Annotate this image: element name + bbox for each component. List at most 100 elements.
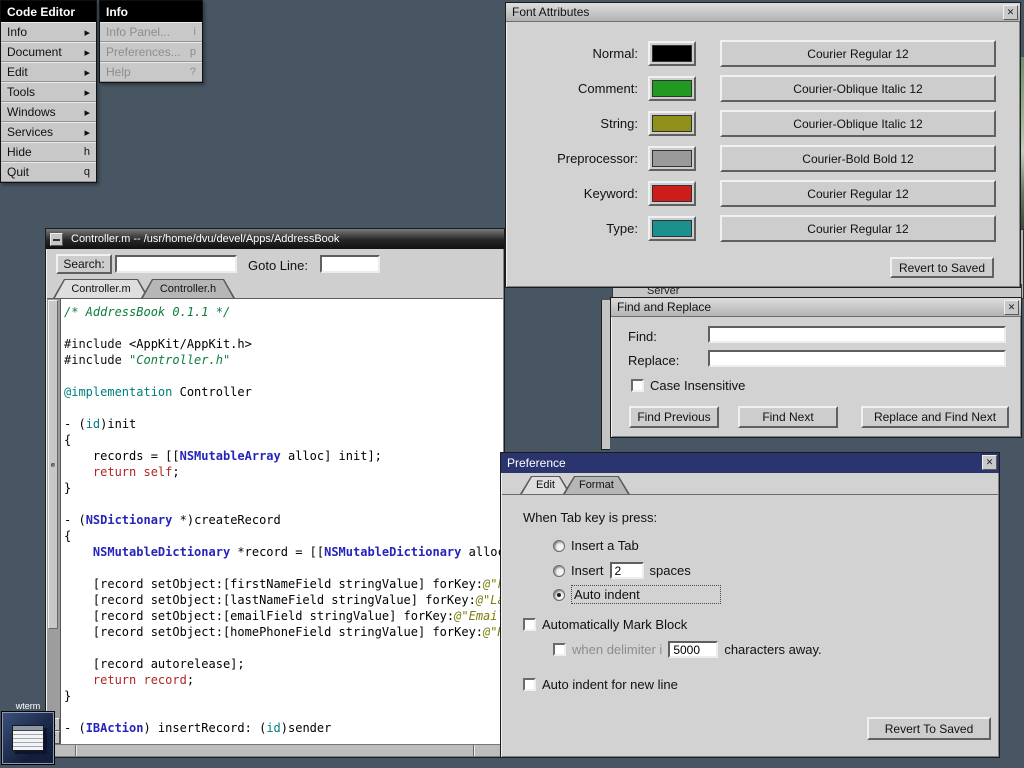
preference-titlebar[interactable]: Preference ✕	[501, 453, 999, 473]
menu-item-label: Quit	[7, 165, 29, 179]
find-replace-panel: Find and Replace ✕ Find: Replace: Case I…	[610, 297, 1022, 438]
code-line: #include <AppKit/AppKit.h>	[64, 336, 501, 352]
color-swatch-button[interactable]	[648, 181, 696, 206]
find-input[interactable]	[708, 326, 1006, 343]
font-select-button[interactable]: Courier-Oblique Italic 12	[720, 75, 996, 102]
menu-title-code-editor[interactable]: Code Editor	[1, 1, 96, 22]
code-line: #include "Controller.h"	[64, 352, 501, 368]
menu-item-label: Info Panel...	[106, 25, 170, 39]
tab-controller-h[interactable]: Controller.h	[141, 279, 235, 298]
mark-block-row: Automatically Mark Block	[523, 617, 687, 632]
menu-item-hide[interactable]: Hideh	[1, 142, 96, 162]
menu-item-info-panel[interactable]: Info Panel...i	[100, 22, 202, 42]
code-line: [record setObject:[lastNameField stringV…	[64, 592, 501, 608]
font-attribute-row: Comment:Courier-Oblique Italic 12	[506, 71, 1020, 106]
find-previous-button[interactable]: Find Previous	[629, 406, 719, 428]
auto-indent-newline-label: Auto indent for new line	[542, 677, 678, 692]
code-line: }	[64, 480, 501, 496]
tab-edit[interactable]: Edit	[520, 476, 571, 494]
font-attribute-row: Normal:Courier Regular 12	[506, 36, 1020, 71]
scrollbar-knob[interactable]	[48, 300, 58, 629]
case-insensitive-checkbox[interactable]	[631, 379, 644, 392]
tab-controller-m[interactable]: Controller.m	[53, 279, 149, 298]
menu-item-label: Hide	[7, 145, 32, 159]
replace-input[interactable]	[708, 350, 1006, 367]
miniaturize-button[interactable]	[50, 233, 63, 246]
close-icon[interactable]: ✕	[1003, 5, 1018, 20]
revert-to-saved-button[interactable]: Revert to Saved	[890, 257, 994, 278]
replace-and-find-next-button[interactable]: Replace and Find Next	[861, 406, 1009, 428]
vertical-scrollbar[interactable]: ▲ ▼	[47, 299, 61, 744]
code-line: @implementation Controller	[64, 384, 501, 400]
menu-item-preferences[interactable]: Preferences...p	[100, 42, 202, 62]
auto-indent-newline-row: Auto indent for new line	[523, 677, 678, 692]
editor-title: Controller.m -- /usr/home/dvu/devel/Apps…	[71, 233, 339, 245]
font-select-button[interactable]: Courier-Bold Bold 12	[720, 145, 996, 172]
radio-label: Insert a Tab	[571, 538, 639, 553]
spaces-count-input[interactable]	[610, 562, 644, 579]
color-swatch-button[interactable]	[648, 146, 696, 171]
find-next-button[interactable]: Find Next	[738, 406, 838, 428]
menu-item-help[interactable]: Help?	[100, 62, 202, 82]
font-select-button[interactable]: Courier Regular 12	[720, 180, 996, 207]
wterm-dock-icon[interactable]: wterm	[2, 700, 54, 764]
close-icon[interactable]: ✕	[1004, 300, 1019, 315]
code-line: - (IBAction) insertRecord: (id)sender	[64, 720, 501, 736]
radio-auto-indent[interactable]: Auto indent	[553, 585, 721, 604]
menu-title-info[interactable]: Info	[100, 1, 202, 22]
tab-label: Controller.h	[160, 283, 216, 295]
menu-item-tools[interactable]: Tools▸	[1, 82, 96, 102]
color-swatch-button[interactable]	[648, 216, 696, 241]
editor-toolbar: Search: Goto Line:	[47, 249, 503, 279]
radio-selected-icon	[553, 589, 565, 601]
window-resize-bar[interactable]	[47, 744, 503, 756]
color-swatch-button[interactable]	[648, 41, 696, 66]
delimiter-count-input[interactable]	[668, 641, 718, 658]
find-replace-titlebar[interactable]: Find and Replace ✕	[611, 298, 1021, 317]
radio-icon	[553, 540, 565, 552]
menu-item-windows[interactable]: Windows▸	[1, 102, 96, 122]
submenu-arrow-icon: ▸	[84, 126, 90, 139]
font-attribute-row: Preprocessor:Courier-Bold Bold 12	[506, 141, 1020, 176]
code-editor-menu-items: Info▸Document▸Edit▸Tools▸Windows▸Service…	[1, 22, 96, 182]
color-swatch-button[interactable]	[648, 111, 696, 136]
delimiter-label: when delimiter i	[572, 642, 662, 657]
search-button[interactable]: Search:	[56, 254, 112, 274]
menu-item-edit[interactable]: Edit▸	[1, 62, 96, 82]
code-line: [record setObject:[firstNameField string…	[64, 576, 501, 592]
code-area[interactable]: /* AddressBook 0.1.1 */ #include <AppKit…	[61, 299, 503, 744]
search-button-label: Search:	[63, 257, 104, 271]
font-attributes-titlebar[interactable]: Font Attributes ✕	[506, 3, 1020, 22]
menu-item-quit[interactable]: Quitq	[1, 162, 96, 182]
editor-titlebar[interactable]: Controller.m -- /usr/home/dvu/devel/Apps…	[46, 229, 504, 249]
mark-block-checkbox[interactable]	[523, 618, 536, 631]
radio-insert-a-tab[interactable]: Insert a Tab	[553, 538, 639, 553]
font-attribute-row: Type:Courier Regular 12	[506, 211, 1020, 246]
auto-indent-newline-checkbox[interactable]	[523, 678, 536, 691]
font-attribute-row: String:Courier-Oblique Italic 12	[506, 106, 1020, 141]
font-select-button[interactable]: Courier Regular 12	[720, 215, 996, 242]
code-line: {	[64, 528, 501, 544]
menu-item-document[interactable]: Document▸	[1, 42, 96, 62]
case-insensitive-label: Case Insensitive	[650, 378, 745, 393]
font-select-button[interactable]: Courier Regular 12	[720, 40, 996, 67]
code-line: records = [[NSMutableArray alloc] init];	[64, 448, 501, 464]
menu-item-services[interactable]: Services▸	[1, 122, 96, 142]
syntax-element-label: Keyword:	[506, 186, 648, 201]
close-icon[interactable]: ✕	[982, 455, 997, 470]
delimiter-checkbox[interactable]	[553, 643, 566, 656]
search-input[interactable]	[115, 255, 237, 273]
goto-line-input[interactable]	[320, 255, 380, 273]
menu-key-label: p	[190, 46, 196, 58]
preference-title: Preference	[507, 456, 566, 470]
color-swatch-button[interactable]	[648, 76, 696, 101]
revert-to-saved-button[interactable]: Revert To Saved	[867, 717, 991, 740]
code-line	[64, 704, 501, 720]
find-previous-label: Find Previous	[637, 410, 710, 424]
radio-insert-spaces[interactable]: Insert spaces	[553, 562, 691, 579]
code-line: return self;	[64, 464, 501, 480]
font-select-button[interactable]: Courier-Oblique Italic 12	[720, 110, 996, 137]
menu-item-info[interactable]: Info▸	[1, 22, 96, 42]
submenu-arrow-icon: ▸	[84, 66, 90, 79]
tab-format[interactable]: Format	[563, 476, 630, 494]
